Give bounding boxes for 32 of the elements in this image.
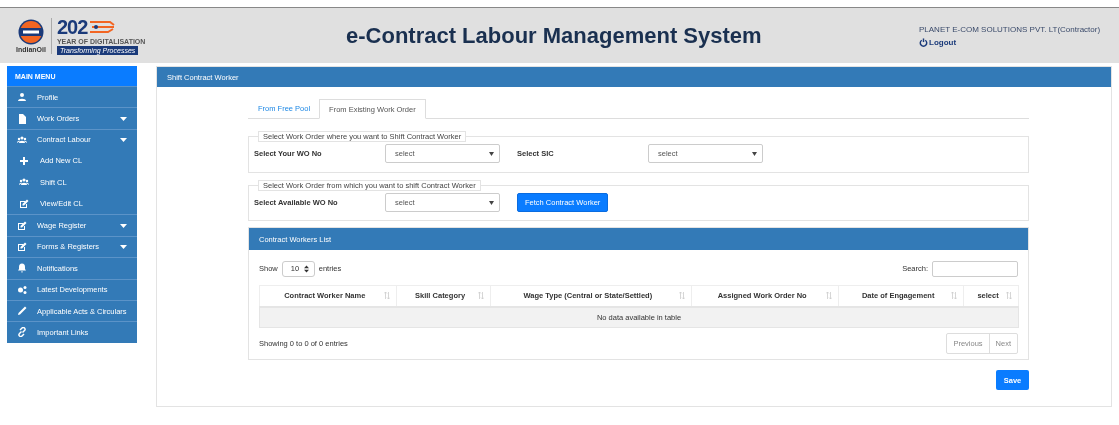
caret-icon	[120, 137, 127, 142]
caret-icon	[752, 151, 757, 156]
document-icon	[17, 113, 27, 124]
sort-icon	[951, 292, 958, 300]
caret-icon	[489, 200, 494, 205]
sort-icon	[1006, 292, 1012, 300]
bell-icon	[17, 263, 27, 274]
pencil-icon	[17, 306, 27, 317]
user-name: PLANET E-COM SOLUTIONS PVT. LT(Contractor)	[919, 25, 1102, 34]
group-icon	[19, 177, 29, 188]
caret-icon	[120, 244, 127, 249]
app-title: e-Contract Labour Management System	[345, 22, 763, 49]
year-text: 202	[56, 16, 88, 37]
edit-icon	[19, 198, 29, 209]
caret-icon	[120, 223, 127, 228]
logout-link[interactable]: Logout	[919, 38, 1119, 47]
plus-icon	[19, 155, 29, 166]
group-icon	[17, 134, 27, 145]
caret-icon	[120, 116, 127, 121]
edit-icon	[17, 241, 27, 252]
power-icon	[919, 38, 928, 47]
spinner-icon	[303, 264, 309, 273]
sort-icon	[679, 292, 686, 300]
link-icon	[17, 327, 27, 338]
edit-icon	[17, 220, 27, 231]
caret-icon	[489, 151, 494, 156]
search-field[interactable]	[932, 260, 1018, 277]
oil-logo-icon	[17, 18, 44, 45]
user-icon	[17, 92, 27, 103]
sort-icon	[477, 292, 484, 300]
sort-icon	[826, 292, 833, 300]
sort-icon	[383, 292, 390, 300]
